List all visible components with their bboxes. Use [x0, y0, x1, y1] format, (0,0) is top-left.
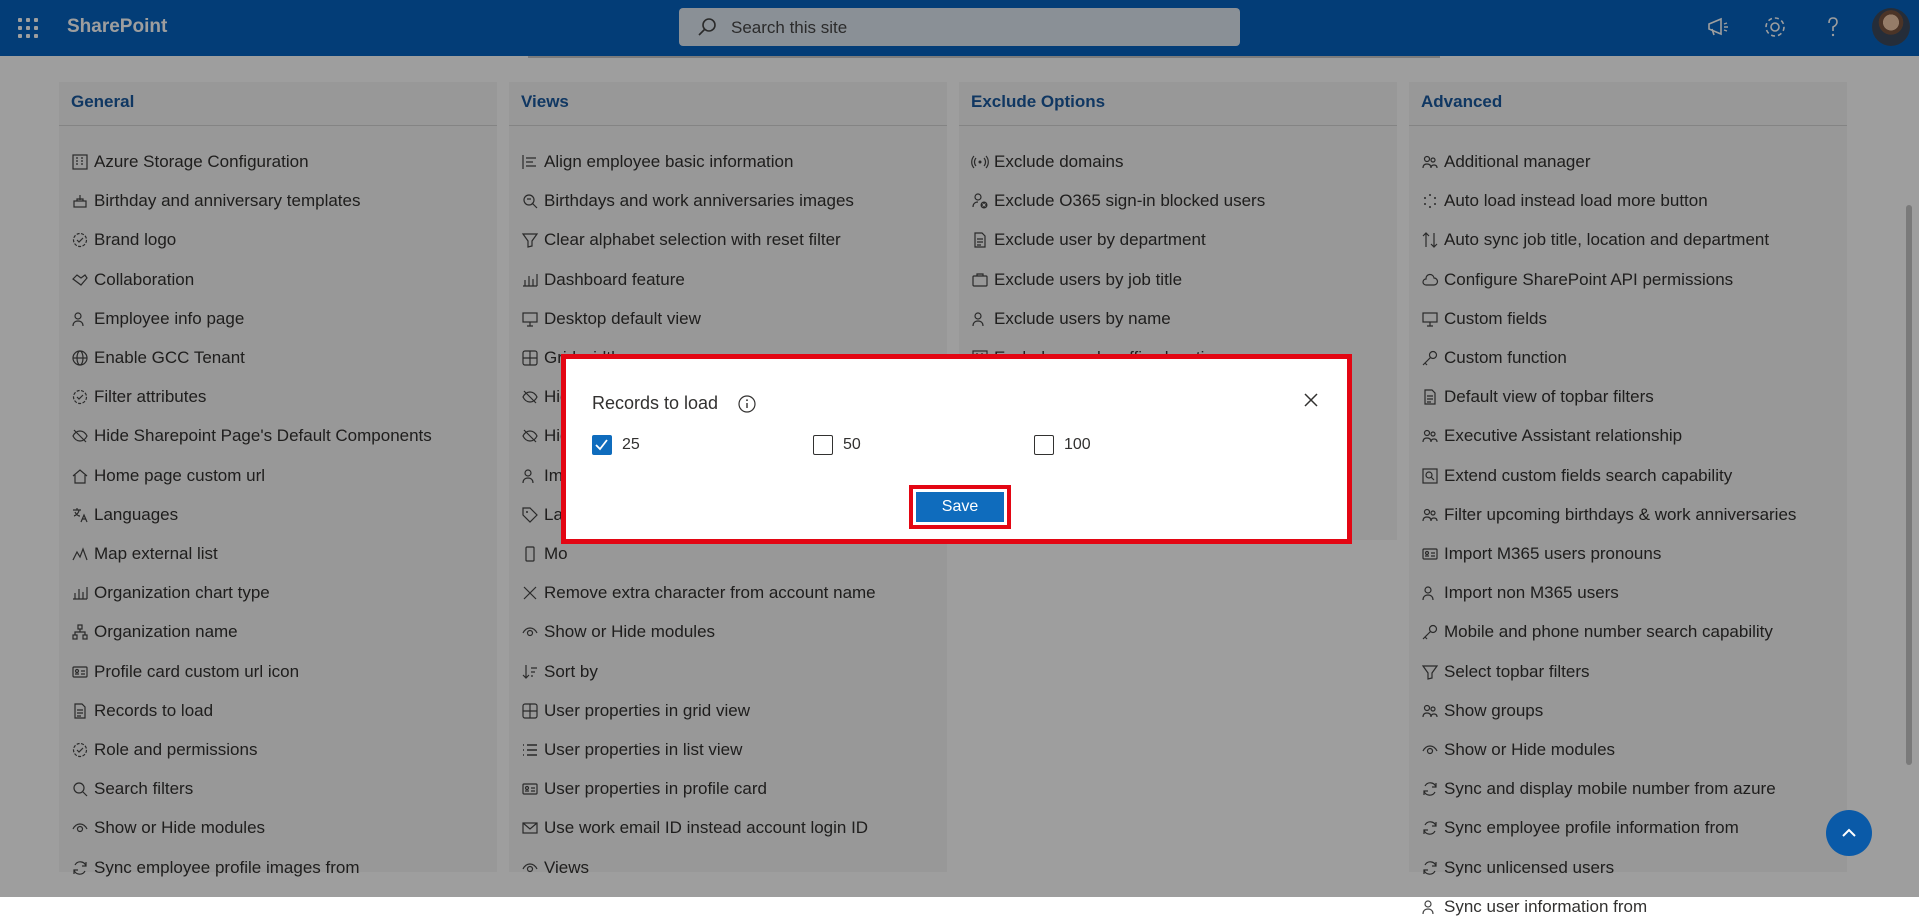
option-label: 100: [1064, 436, 1091, 453]
dialog-title: Records to load: [592, 393, 719, 413]
records-to-load-dialog: Records to load 25 50 100 Save: [561, 354, 1352, 544]
option-25[interactable]: 25: [592, 435, 640, 455]
option-label: 50: [843, 436, 861, 453]
option-50[interactable]: 50: [813, 435, 861, 455]
checkbox-100[interactable]: [1034, 435, 1054, 455]
save-highlight: Save: [909, 485, 1011, 529]
scroll-to-top-button[interactable]: [1826, 810, 1872, 856]
person-icon: [1421, 898, 1439, 916]
save-button[interactable]: Save: [916, 492, 1004, 522]
checkbox-25[interactable]: [592, 435, 612, 455]
check-icon: [595, 439, 608, 451]
chevron-up-icon: [1842, 828, 1856, 837]
settings-link-label: Sync user information from: [1444, 897, 1648, 916]
settings-link[interactable]: Sync user information from: [1421, 894, 1647, 920]
info-icon[interactable]: [738, 395, 756, 413]
option-100[interactable]: 100: [1034, 435, 1091, 455]
option-label: 25: [622, 436, 640, 453]
close-icon[interactable]: [1300, 389, 1322, 411]
scrollbar[interactable]: [1906, 205, 1912, 765]
checkbox-50[interactable]: [813, 435, 833, 455]
